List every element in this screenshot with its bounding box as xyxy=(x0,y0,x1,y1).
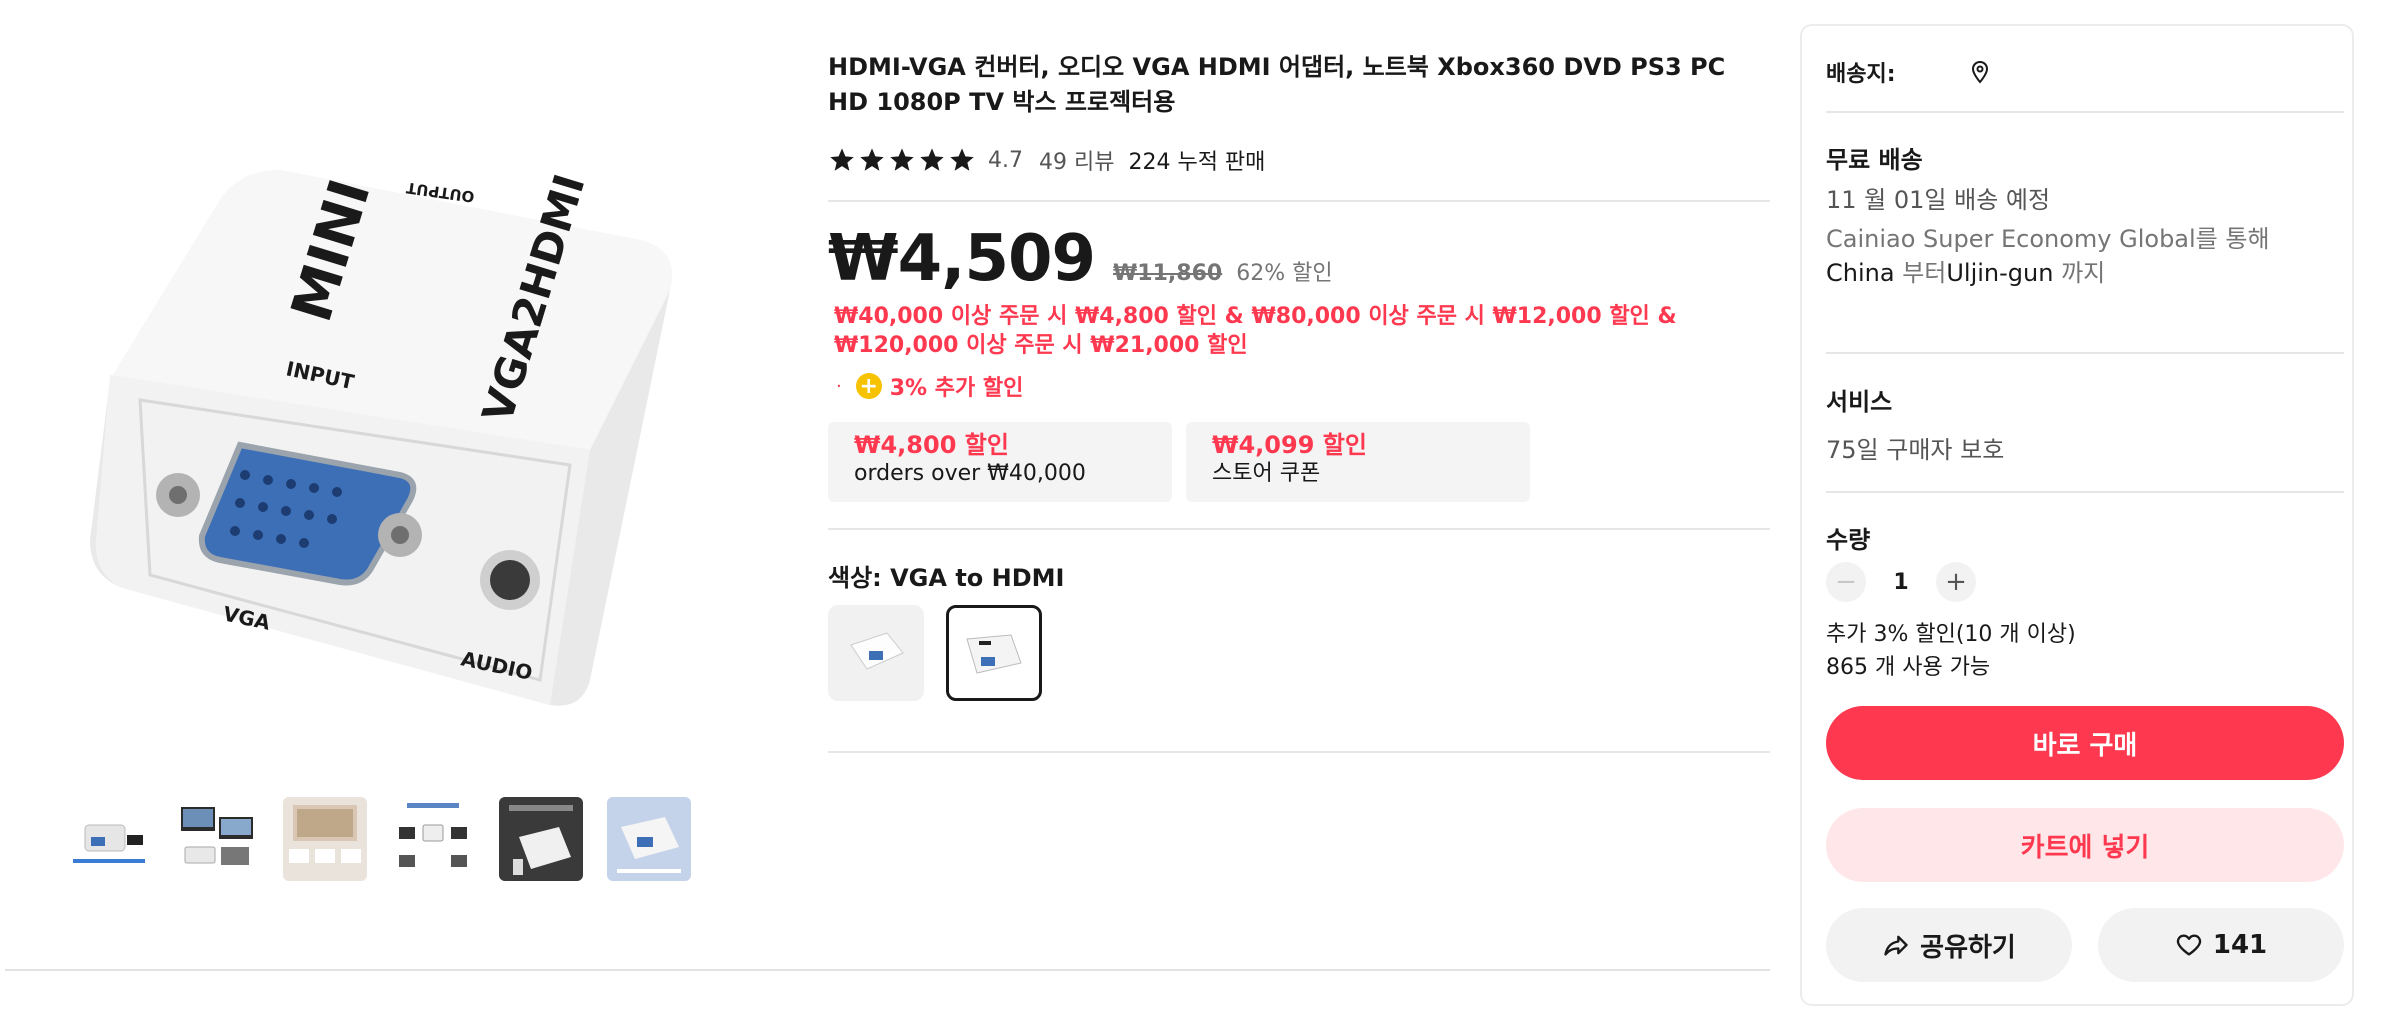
ship-to-label: 배송지: xyxy=(1826,62,1896,87)
coupon-list: ₩4,800 할인 orders over ₩40,000 ₩4,099 할인 … xyxy=(828,422,1770,502)
bulk-discount-note: 추가 3% 할인(10 개 이상) xyxy=(1826,622,2076,647)
coupon-card-2[interactable]: ₩4,099 할인 스토어 쿠폰 xyxy=(1186,422,1530,502)
divider xyxy=(1826,111,2344,113)
product-title: HDMI-VGA 컨버터, 오디오 VGA HDMI 어댑터, 노트북 Xbox… xyxy=(828,53,1726,116)
star-icon xyxy=(920,148,944,171)
color-swatches xyxy=(828,605,1770,701)
current-price: ₩4,509 xyxy=(828,222,1096,296)
color-swatch-1[interactable] xyxy=(828,605,924,701)
ship-to-row[interactable]: 배송지: xyxy=(1826,56,1992,88)
buy-now-button[interactable]: 바로 구매 xyxy=(1826,706,2344,780)
original-price: ₩11,860 xyxy=(1113,261,1223,286)
divider xyxy=(1826,491,2344,493)
divider xyxy=(1826,352,2344,354)
section-divider xyxy=(5,969,1770,971)
color-label: 색상: VGA to HDMI xyxy=(828,564,1065,592)
add-to-cart-button[interactable]: 카트에 넣기 xyxy=(1826,808,2344,882)
quantity-value[interactable]: 1 xyxy=(1866,570,1936,595)
thumbnail-3[interactable] xyxy=(283,797,367,881)
star-icon xyxy=(830,148,854,171)
quantity-increase-button[interactable]: + xyxy=(1936,562,1976,602)
review-count-link[interactable]: 49 리뷰 xyxy=(1039,144,1114,176)
shipping-route: Cainiao Super Economy Global를 통해 China 부… xyxy=(1826,222,2344,290)
coin-icon: + xyxy=(855,373,882,399)
star-icon xyxy=(860,148,884,171)
share-button[interactable]: 공유하기 xyxy=(1826,908,2072,982)
service-title: 서비스 xyxy=(1826,388,1893,416)
location-pin-icon[interactable] xyxy=(1968,60,1992,84)
coupon-amount: ₩4,800 할인 xyxy=(854,431,1009,459)
rating-row: 4.7 49 리뷰 224 누적 판매 xyxy=(828,144,1770,176)
heart-icon xyxy=(2176,934,2202,956)
share-icon xyxy=(1884,935,1908,956)
destination-text: Uljin-gun xyxy=(1946,259,2054,287)
thumbnail-2[interactable] xyxy=(175,797,259,881)
purchase-panel: 배송지: 무료 배송 11 월 01일 배송 예정 Cainiao Super … xyxy=(1800,24,2354,1006)
bullet-dot: · xyxy=(836,375,842,397)
product-info: HDMI-VGA 컨버터, 오디오 VGA HDMI 어댑터, 노트북 Xbox… xyxy=(828,50,1770,753)
star-icon xyxy=(950,148,974,171)
divider xyxy=(828,528,1770,530)
wishlist-count: 141 xyxy=(2212,930,2268,960)
buyer-protection-text: 75일 구매자 보호 xyxy=(1826,436,2005,464)
from-text: 부터 xyxy=(1894,259,1947,287)
coupon-amount: ₩4,099 할인 xyxy=(1212,431,1367,459)
main-product-image[interactable]: MINI VGA2HDMI OUTPUT INPUT VGA AUDIO xyxy=(70,120,710,730)
thumbnail-4[interactable] xyxy=(391,797,475,881)
quantity-decrease-button[interactable]: − xyxy=(1826,562,1866,602)
thumbnail-list xyxy=(67,797,691,881)
free-shipping-title: 무료 배송 xyxy=(1826,146,1923,174)
to-text: 까지 xyxy=(2053,259,2106,287)
stock-available-note: 865 개 사용 가능 xyxy=(1826,655,1991,680)
share-label: 공유하기 xyxy=(1920,932,2016,963)
color-swatch-2-selected[interactable] xyxy=(946,605,1042,701)
divider xyxy=(828,200,1770,202)
wishlist-button[interactable]: 141 xyxy=(2098,908,2344,982)
extra-discount-row: · + 3% 추가 할인 xyxy=(828,370,1770,402)
thumbnail-5[interactable] xyxy=(499,797,583,881)
sold-count: 224 누적 판매 xyxy=(1128,150,1266,175)
coupon-card-1[interactable]: ₩4,800 할인 orders over ₩40,000 xyxy=(828,422,1172,502)
quantity-stepper: − 1 + xyxy=(1826,562,1976,602)
divider xyxy=(828,751,1770,753)
rating-stars xyxy=(828,146,976,174)
thumbnail-1[interactable] xyxy=(67,797,151,881)
quantity-title: 수량 xyxy=(1826,526,1871,554)
delivery-date: 11 월 01일 배송 예정 xyxy=(1826,186,2051,214)
extra-discount-label: 3% 추가 할인 xyxy=(889,376,1024,401)
origin-text: China xyxy=(1826,259,1895,287)
rating-value: 4.7 xyxy=(988,147,1023,173)
product-page: MINI VGA2HDMI OUTPUT INPUT VGA AUDIO HDM… xyxy=(0,0,2381,1030)
discount-percent: 62% 할인 xyxy=(1236,261,1333,286)
star-icon xyxy=(890,148,914,171)
tiered-discount-text: ₩40,000 이상 주문 시 ₩4,800 할인 & ₩80,000 이상 주… xyxy=(834,304,1677,358)
price-row: ₩4,509 ₩11,860 62% 할인 xyxy=(828,222,1770,296)
coupon-condition: 스토어 쿠폰 xyxy=(1212,461,1321,486)
thumbnail-6[interactable] xyxy=(607,797,691,881)
quantity-note: 추가 3% 할인(10 개 이상) 865 개 사용 가능 xyxy=(1826,618,2076,684)
coupon-condition: orders over ₩40,000 xyxy=(854,461,1086,486)
carrier-text: Cainiao Super Economy Global를 통해 xyxy=(1826,225,2270,253)
